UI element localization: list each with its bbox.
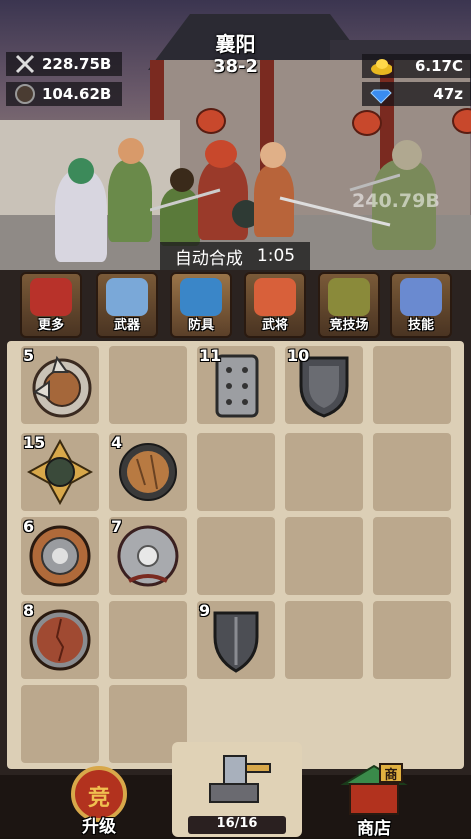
defense-value: 104.62B xyxy=(42,85,112,103)
grid-cell[interactable] xyxy=(285,517,363,595)
grid-cell[interactable] xyxy=(373,433,451,511)
hero-warrior xyxy=(108,160,152,242)
grid-cell[interactable] xyxy=(285,601,363,679)
tab-label: 更多 xyxy=(37,318,64,333)
grid-cell[interactable]: 5 xyxy=(21,346,99,424)
grid-cell[interactable]: 9 xyxy=(197,601,275,679)
upgrade-emblem-char: 竞 xyxy=(87,786,110,811)
tab-general[interactable]: 武将 xyxy=(244,272,306,338)
grid-cell[interactable] xyxy=(373,517,451,595)
tab-skill[interactable]: 技能 xyxy=(390,272,452,338)
grid-cell[interactable]: 8 xyxy=(21,601,99,679)
upgrade-button[interactable]: 竞 升级 xyxy=(62,760,136,837)
studded-round-shield-icon xyxy=(29,525,91,587)
grid-cell[interactable]: 11 xyxy=(197,346,275,424)
tab-armor[interactable]: 防具 xyxy=(170,272,232,338)
lion-icon xyxy=(328,278,370,316)
tab-more[interactable]: 更多 xyxy=(20,272,82,338)
item-level: 15 xyxy=(23,433,46,452)
item-level: 11 xyxy=(199,346,222,365)
item-level: 5 xyxy=(23,346,35,365)
tab-arena[interactable]: 竞技场 xyxy=(318,272,380,338)
item-level: 10 xyxy=(287,346,310,365)
diamond-icon xyxy=(370,83,392,105)
grid-cell[interactable] xyxy=(373,601,451,679)
battle-scene: 240.79B 襄阳 38-2 228.75B 104.62B 6.17C 47… xyxy=(0,0,471,270)
gold-value: 6.17C xyxy=(414,57,463,75)
item-level: 6 xyxy=(23,517,35,536)
crescent-shield-icon xyxy=(117,525,179,587)
auto-merge-timer: 1:05 xyxy=(256,246,296,266)
general-icon xyxy=(254,278,296,316)
gems-value: 47z xyxy=(433,85,463,103)
anvil-hammer-icon xyxy=(209,755,271,803)
dark-kite-shield-icon xyxy=(213,611,259,673)
tab-label: 防具 xyxy=(187,318,214,333)
scroll-icon xyxy=(30,278,72,316)
hero-spearman-head xyxy=(260,142,286,168)
auto-merge-bar[interactable]: 自动合成 1:05 xyxy=(160,242,310,270)
merge-board: 5 11 10 15 4 6 7 8 9 xyxy=(7,341,464,769)
forge-count: 16/16 xyxy=(216,816,258,831)
hero-warrior-head xyxy=(118,138,144,164)
tab-label: 武将 xyxy=(261,318,288,333)
damage-number: 240.79B xyxy=(352,190,440,212)
gold-ingot-icon xyxy=(370,55,392,77)
item-level: 7 xyxy=(111,517,123,536)
hero-strategist-head xyxy=(68,158,94,184)
category-tabs: 更多 武器 防具 武将 竞技场 技能 xyxy=(6,272,465,340)
defense-stat: 104.62B xyxy=(6,82,122,106)
gems-stat[interactable]: 47z xyxy=(362,82,471,106)
grid-cell[interactable]: 6 xyxy=(21,517,99,595)
grid-cell[interactable] xyxy=(285,433,363,511)
grid-cell[interactable]: 4 xyxy=(109,433,187,511)
tab-label: 竞技场 xyxy=(329,318,369,333)
auto-merge-label: 自动合成 xyxy=(174,248,243,269)
grid-cell[interactable] xyxy=(373,346,451,424)
attack-value: 228.75B xyxy=(42,55,112,73)
crossed-swords-icon xyxy=(14,53,36,75)
grid-cell[interactable] xyxy=(109,346,187,424)
grid-cell[interactable] xyxy=(109,601,187,679)
hero-redbeard-head xyxy=(205,140,237,168)
lantern xyxy=(196,108,226,134)
lantern xyxy=(352,110,382,136)
spiked-wooden-shield-icon xyxy=(32,355,92,418)
grid-cell[interactable]: 7 xyxy=(109,517,187,595)
spiked-round-shield-icon xyxy=(119,443,177,501)
grid-cell[interactable]: 10 xyxy=(285,346,363,424)
shop-label: 商店 xyxy=(357,819,391,839)
tab-weapon[interactable]: 武器 xyxy=(96,272,158,338)
forge-button[interactable]: 16/16 xyxy=(172,742,302,837)
grid-cell[interactable] xyxy=(197,517,275,595)
grid-cell[interactable]: 15 xyxy=(21,433,99,511)
shop-sign: 商 xyxy=(384,768,398,783)
grid-cell[interactable] xyxy=(197,433,275,511)
shop-button[interactable]: 商 商店 xyxy=(334,762,414,839)
hammer-icon xyxy=(400,278,442,316)
shield-round-icon xyxy=(14,83,36,105)
grid-cell[interactable] xyxy=(21,685,99,763)
helmet-icon xyxy=(180,278,222,316)
axe-icon xyxy=(106,278,148,316)
attack-stat: 228.75B xyxy=(6,52,122,76)
gold-stat[interactable]: 6.17C xyxy=(362,54,471,78)
item-level: 9 xyxy=(199,601,211,620)
tab-label: 技能 xyxy=(407,318,434,333)
upgrade-label: 升级 xyxy=(82,817,116,837)
tab-label: 武器 xyxy=(113,318,140,333)
item-level: 8 xyxy=(23,601,35,620)
item-level: 4 xyxy=(111,433,123,452)
enemy-general-head xyxy=(392,140,422,170)
cracked-wooden-shield-icon xyxy=(29,609,91,671)
